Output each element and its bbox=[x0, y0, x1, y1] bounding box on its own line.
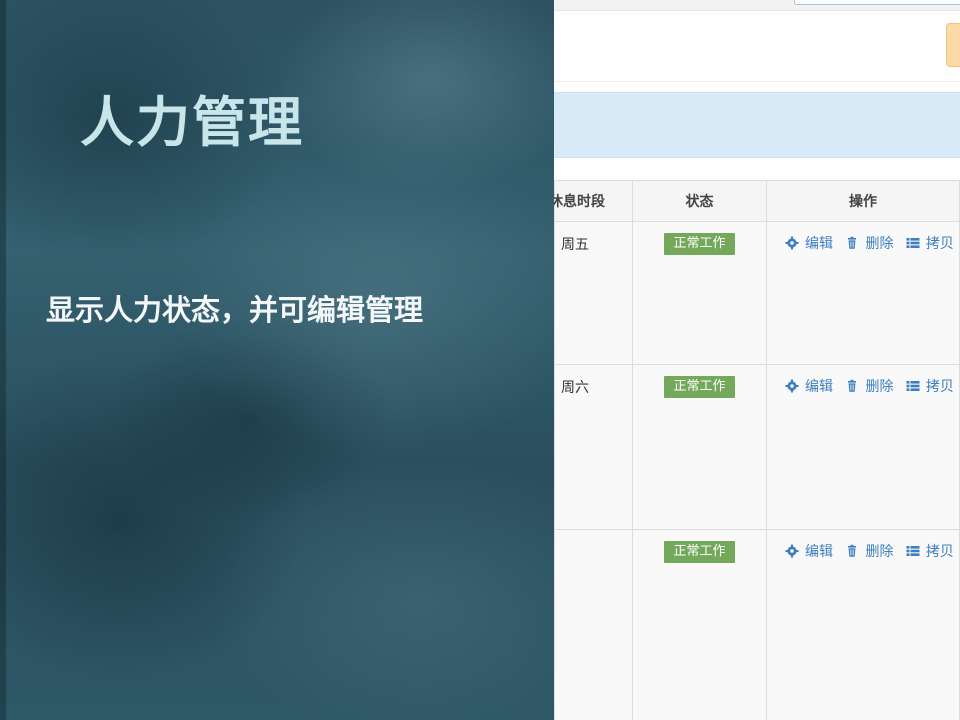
list-icon bbox=[906, 544, 920, 558]
column-header-rest-period: 休息时段 bbox=[554, 180, 633, 222]
delete-label: 删除 bbox=[865, 379, 894, 395]
copy-label: 拷贝 bbox=[925, 236, 954, 252]
delete-label: 删除 bbox=[865, 544, 894, 560]
toolbar-button[interactable] bbox=[946, 23, 960, 67]
status-badge: 正常工作 bbox=[664, 233, 735, 255]
column-header-status: 状态 bbox=[632, 180, 767, 222]
copy-label: 拷贝 bbox=[925, 379, 954, 395]
status-cell: 正常工作 bbox=[632, 364, 767, 530]
trash-icon bbox=[845, 544, 859, 558]
edit-label: 编辑 bbox=[805, 236, 833, 252]
table-row: 正常工作 编辑 删除 拷贝 bbox=[554, 529, 960, 720]
trash-icon bbox=[845, 236, 859, 250]
hero-panel: 人力管理 显示人力状态，并可编辑管理 bbox=[0, 0, 554, 720]
gear-icon bbox=[785, 544, 799, 558]
list-icon bbox=[906, 236, 920, 250]
search-field-edge[interactable] bbox=[794, 0, 960, 5]
actions-cell: 编辑 删除 拷贝 bbox=[766, 221, 960, 365]
copy-button[interactable]: 拷贝 bbox=[906, 376, 954, 396]
actions-cell: 编辑 删除 拷贝 bbox=[766, 529, 960, 720]
gear-icon bbox=[785, 236, 799, 250]
copy-button[interactable]: 拷贝 bbox=[906, 233, 954, 253]
table-row: 周六 正常工作 编辑 删除 拷贝 bbox=[554, 364, 960, 530]
status-badge: 正常工作 bbox=[664, 541, 735, 563]
rest-day-cell: 周六 bbox=[554, 364, 633, 530]
table-row: 周五 正常工作 编辑 删除 拷贝 bbox=[554, 221, 960, 365]
edit-button[interactable]: 编辑 bbox=[785, 376, 833, 396]
status-cell: 正常工作 bbox=[632, 221, 767, 365]
rest-day-cell: 周五 bbox=[554, 221, 633, 365]
edit-label: 编辑 bbox=[805, 379, 833, 395]
hero-edge bbox=[0, 0, 6, 720]
staff-table: 休息时段 状态 操作 周五 正常工作 编辑 删除 拷贝 周六 正常工作 编辑 删… bbox=[554, 180, 960, 720]
column-header-actions: 操作 bbox=[766, 180, 960, 222]
edit-label: 编辑 bbox=[805, 544, 833, 560]
trash-icon bbox=[845, 379, 859, 393]
copy-label: 拷贝 bbox=[925, 544, 954, 560]
edit-button[interactable]: 编辑 bbox=[785, 233, 833, 253]
delete-button[interactable]: 删除 bbox=[845, 376, 893, 396]
table-header-row: 休息时段 状态 操作 bbox=[554, 180, 960, 222]
delete-button[interactable]: 删除 bbox=[845, 541, 893, 561]
list-icon bbox=[906, 379, 920, 393]
status-cell: 正常工作 bbox=[632, 529, 767, 720]
app-screenshot: 休息时段 状态 操作 周五 正常工作 编辑 删除 拷贝 周六 正常工作 编辑 删… bbox=[554, 0, 960, 720]
panel-header bbox=[554, 92, 960, 158]
slide-title: 人力管理 bbox=[80, 91, 304, 154]
toolbar bbox=[554, 11, 960, 82]
copy-button[interactable]: 拷贝 bbox=[906, 541, 954, 561]
delete-label: 删除 bbox=[865, 236, 894, 252]
rest-day-cell bbox=[554, 529, 633, 720]
delete-button[interactable]: 删除 bbox=[845, 233, 893, 253]
gear-icon bbox=[785, 379, 799, 393]
actions-cell: 编辑 删除 拷贝 bbox=[766, 364, 960, 530]
edit-button[interactable]: 编辑 bbox=[785, 541, 833, 561]
top-bar bbox=[554, 0, 960, 11]
slide-subtitle: 显示人力状态，并可编辑管理 bbox=[46, 293, 424, 327]
status-badge: 正常工作 bbox=[664, 376, 735, 398]
